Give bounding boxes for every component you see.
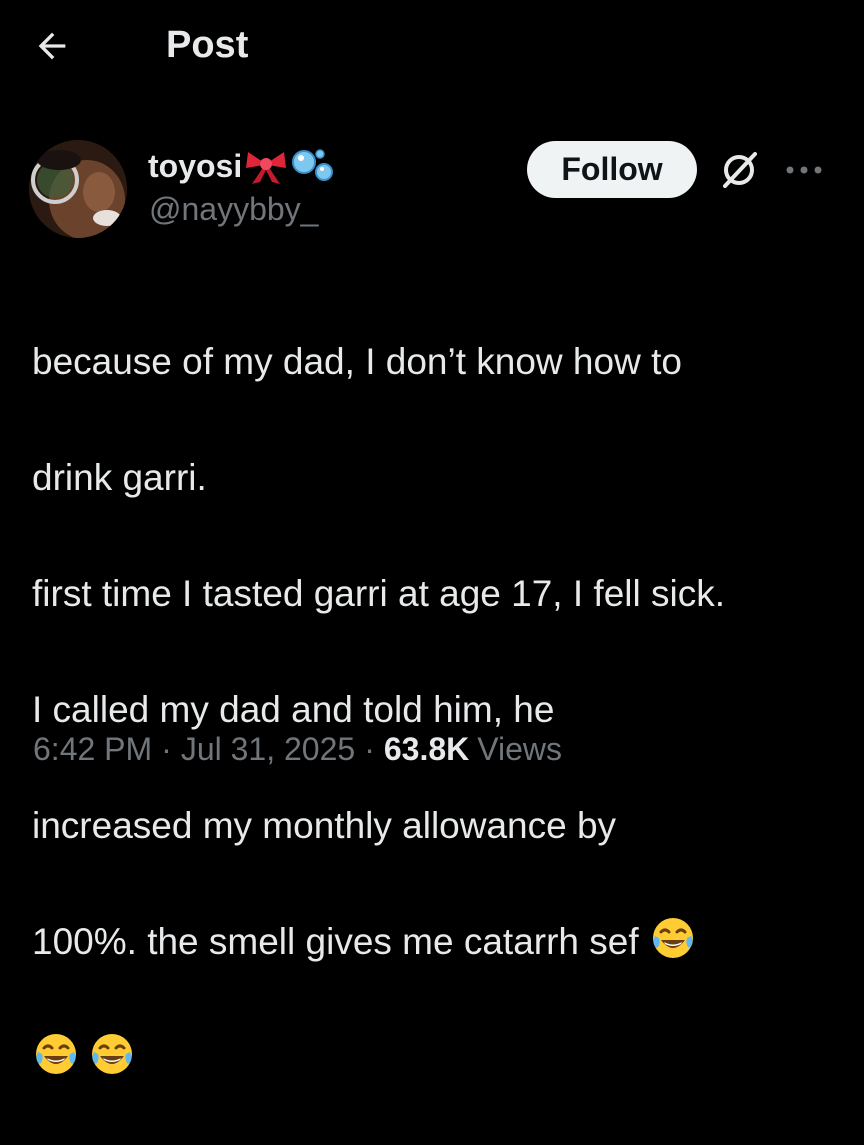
tears-of-joy-emoji: [652, 918, 693, 958]
avatar[interactable]: [29, 140, 127, 238]
more-dots-icon: [786, 166, 822, 174]
post-line: because of my dad, I don’t know how to: [32, 341, 682, 382]
post-line: first time I tasted garri at age 17, I f…: [32, 573, 725, 614]
post-line: increased my monthly allowance by: [32, 805, 617, 846]
post-time[interactable]: 6:42 PM: [33, 731, 152, 768]
post-line-with-emoji: 100%. the smell gives me catarrh sef: [32, 913, 832, 971]
author-display-name[interactable]: toyosi: [148, 148, 242, 185]
tears-of-joy-emoji: [92, 1034, 132, 1074]
page-title: Post: [166, 24, 249, 66]
ribbon-emoji: [244, 146, 288, 186]
grok-icon: [723, 152, 757, 188]
more-options-button[interactable]: [780, 146, 828, 194]
emoji-line: [32, 1029, 832, 1087]
post-text: because of my dad, I don’t know how to d…: [32, 275, 832, 1145]
avatar-image: [29, 140, 127, 238]
tears-of-joy-emoji: [36, 1034, 76, 1074]
follow-button[interactable]: Follow: [527, 141, 697, 198]
views-count: 63.8K: [383, 730, 470, 767]
post-date[interactable]: Jul 31, 2025: [181, 731, 355, 768]
views-label: Views: [477, 730, 563, 767]
post-meta: 6:42 PM · Jul 31, 2025 · 63.8K Views: [33, 725, 562, 773]
post-line: drink garri.: [32, 457, 207, 498]
separator: ·: [161, 730, 172, 767]
grok-button[interactable]: [715, 146, 763, 194]
arrow-left-icon: [38, 32, 66, 60]
author-handle[interactable]: @nayybby_: [149, 191, 318, 228]
back-button[interactable]: [28, 22, 76, 70]
bubbles-emoji: [290, 146, 338, 186]
separator: ·: [364, 730, 375, 767]
author-name-row[interactable]: toyosi: [148, 145, 338, 187]
top-bar: Post: [0, 0, 864, 90]
post-line: 100%. the smell gives me catarrh sef: [32, 921, 639, 962]
